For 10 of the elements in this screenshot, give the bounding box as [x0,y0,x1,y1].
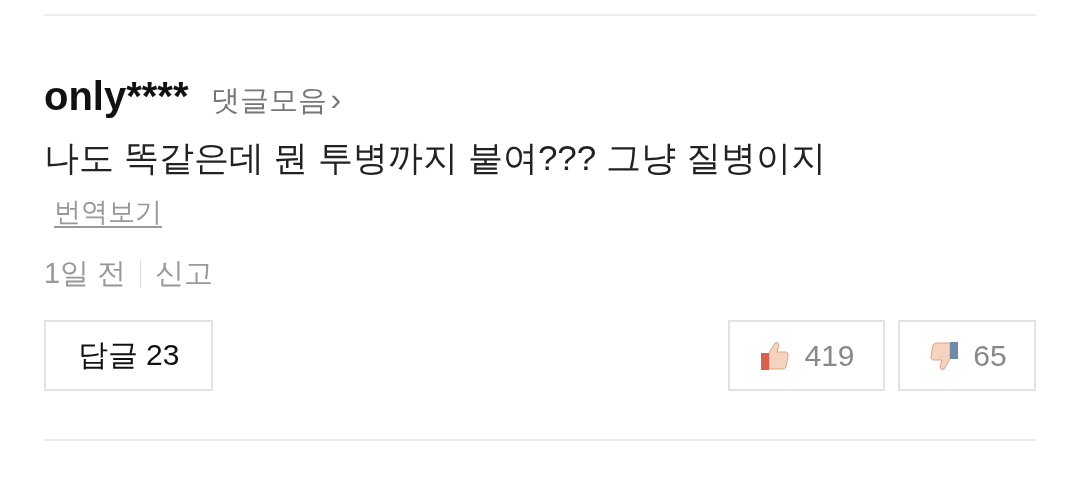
comment-collection-link[interactable]: 댓글모음 [210,81,327,121]
dislike-button[interactable]: 65 [898,320,1036,391]
comment-time: 1일 전 [44,256,127,291]
reply-button[interactable]: 답글 23 [44,320,213,391]
translate-link[interactable]: 번역보기 [54,194,162,230]
comment-text: 나도 똑같은데 뭔 투병까지 붙여??? 그냥 질병이지 [44,137,827,179]
chevron-icon: › [330,81,342,118]
report-link[interactable]: 신고 [155,254,214,294]
username: only**** [44,74,189,118]
like-button[interactable]: 419 [728,320,885,391]
